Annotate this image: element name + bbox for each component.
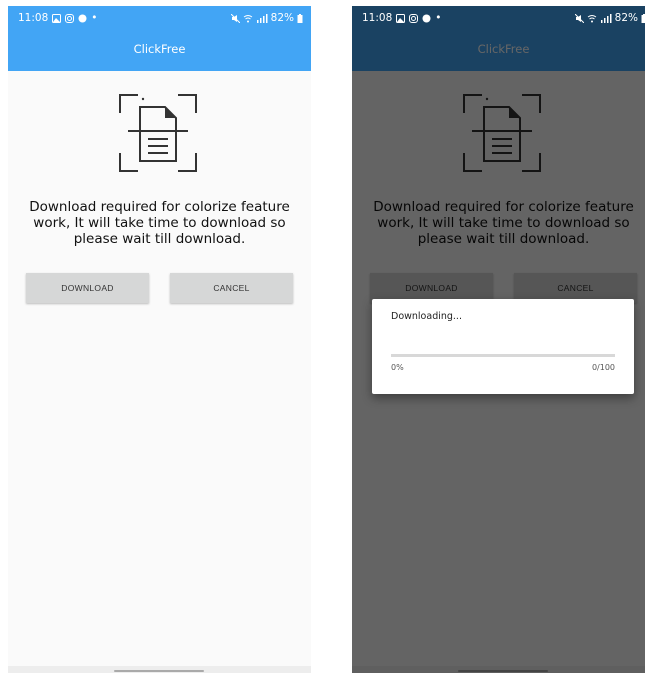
gallery-icon bbox=[396, 13, 406, 23]
wifi-icon bbox=[587, 14, 596, 22]
wifi-icon bbox=[243, 14, 252, 22]
progress-count: 0/100 bbox=[591, 363, 615, 372]
battery-percent: 82% bbox=[614, 12, 638, 24]
mute-icon bbox=[230, 13, 240, 23]
messenger-icon bbox=[422, 14, 431, 22]
main-content: Download required for colorize feature w… bbox=[8, 71, 311, 666]
download-button[interactable]: DOWNLOAD bbox=[26, 273, 149, 303]
dialog-title: Downloading... bbox=[391, 311, 462, 322]
instagram-icon bbox=[65, 13, 75, 23]
status-time: 11:08 bbox=[18, 12, 49, 24]
home-handle[interactable] bbox=[114, 670, 204, 672]
cancel-button[interactable]: CANCEL bbox=[170, 273, 293, 303]
messenger-icon bbox=[78, 14, 87, 22]
signal-icon bbox=[256, 13, 268, 23]
screen-downloading: ClickFree Download required for colorize… bbox=[352, 6, 645, 673]
mute-icon bbox=[574, 13, 584, 23]
status-bar: 11:08 • 82% bbox=[8, 6, 311, 30]
download-message: Download required for colorize feature w… bbox=[29, 199, 290, 247]
notification-dot-icon: • bbox=[435, 12, 442, 24]
battery-icon bbox=[297, 13, 303, 23]
document-scan-icon bbox=[119, 94, 197, 172]
battery-icon bbox=[641, 13, 645, 23]
nav-bar bbox=[8, 666, 311, 673]
app-title: ClickFree bbox=[133, 42, 186, 56]
progress-bar bbox=[391, 354, 615, 357]
instagram-icon bbox=[409, 13, 419, 23]
battery-percent: 82% bbox=[270, 12, 294, 24]
signal-icon bbox=[600, 13, 612, 23]
gallery-icon bbox=[52, 13, 62, 23]
notification-dot-icon: • bbox=[91, 12, 98, 24]
status-time: 11:08 bbox=[362, 12, 393, 24]
screen-before-download: ClickFree 11:08 • 82% Download required … bbox=[8, 6, 311, 673]
status-bar: 11:08 • 82% bbox=[352, 6, 645, 30]
progress-percent: 0% bbox=[391, 363, 404, 372]
download-progress-dialog: Downloading... 0% 0/100 bbox=[372, 299, 634, 394]
